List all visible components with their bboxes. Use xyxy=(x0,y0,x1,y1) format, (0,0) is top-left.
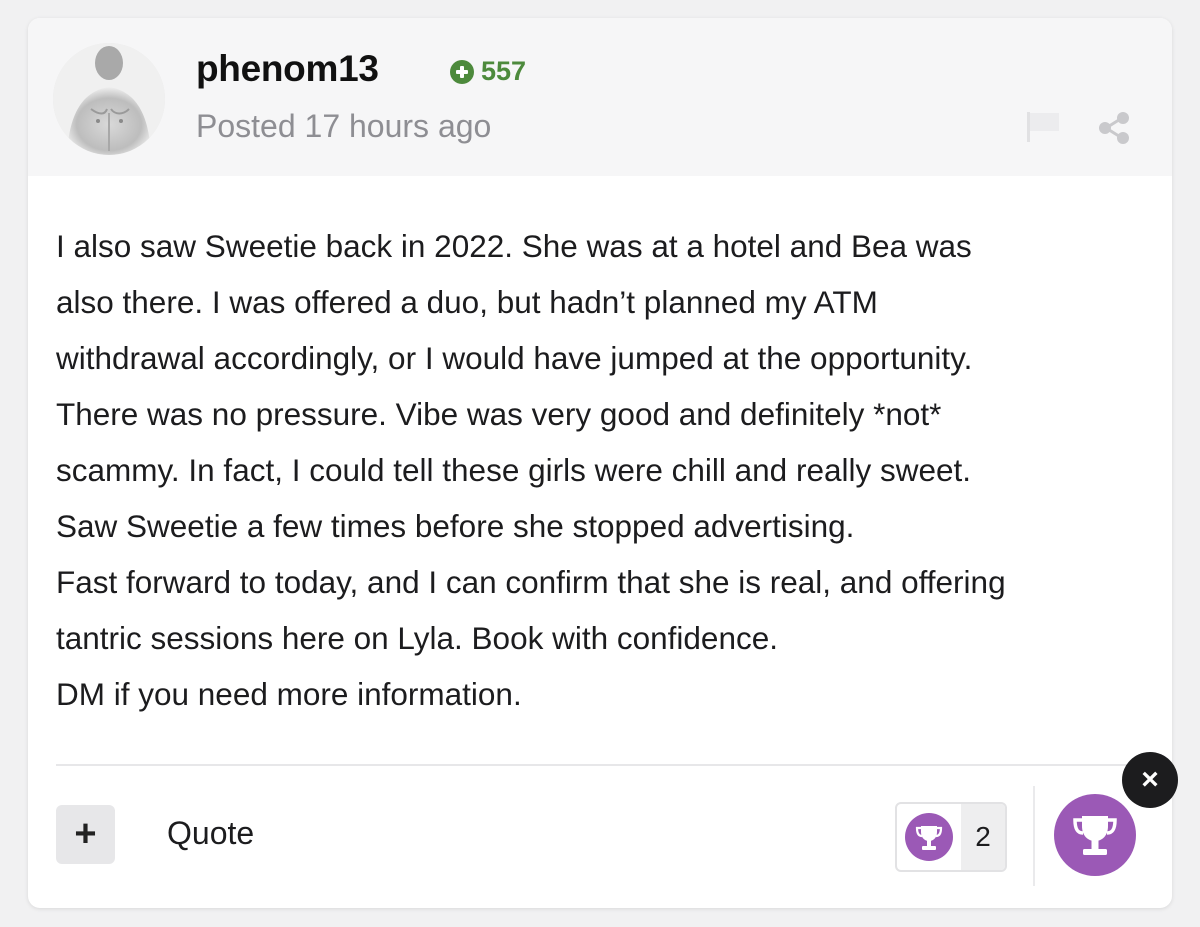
share-icon[interactable] xyxy=(1096,110,1132,146)
post-content-line: DM if you need more information. xyxy=(56,676,522,712)
author-username[interactable]: phenom13 xyxy=(196,48,379,90)
plus-circle-icon xyxy=(450,59,474,84)
post-content-line: tantric sessions here on Lyla. Book with… xyxy=(56,620,778,656)
post-content-line: withdrawal accordingly, or I would have … xyxy=(56,340,973,376)
post-content-line: Fast forward to today, and I can confirm… xyxy=(56,564,1006,600)
avatar-photo-icon xyxy=(53,43,165,155)
post-content: I also saw Sweetie back in 2022. She was… xyxy=(56,218,1146,722)
post-content-line: Saw Sweetie a few times before she stopp… xyxy=(56,508,855,544)
flag-icon[interactable] xyxy=(1025,110,1063,144)
reputation-badge: 557 xyxy=(449,56,526,87)
forum-post: phenom13 557 Posted 17 hours ago I also … xyxy=(28,18,1178,908)
reaction-summary-icon-wrap xyxy=(897,804,961,870)
multiquote-button[interactable]: + xyxy=(56,805,115,864)
quote-button[interactable]: Quote xyxy=(167,815,254,852)
footer-divider xyxy=(56,764,1144,766)
reputation-count: 557 xyxy=(481,56,527,86)
post-content-line: There was no pressure. Vibe was very goo… xyxy=(56,396,942,432)
post-content-line: scammy. In fact, I could tell these girl… xyxy=(56,452,972,488)
post-content-line: also there. I was offered a duo, but had… xyxy=(56,284,878,320)
post-content-line: I also saw Sweetie back in 2022. She was… xyxy=(56,228,972,264)
author-avatar[interactable] xyxy=(53,43,165,155)
close-icon[interactable]: × xyxy=(1122,752,1178,808)
reaction-count: 2 xyxy=(961,804,1005,870)
post-timestamp[interactable]: Posted 17 hours ago xyxy=(196,108,491,145)
post-header: phenom13 557 Posted 17 hours ago xyxy=(28,18,1172,176)
reaction-summary[interactable]: 2 xyxy=(895,802,1007,872)
reaction-separator xyxy=(1033,786,1035,886)
trophy-icon xyxy=(905,813,953,861)
react-trophy-button[interactable] xyxy=(1054,794,1136,876)
